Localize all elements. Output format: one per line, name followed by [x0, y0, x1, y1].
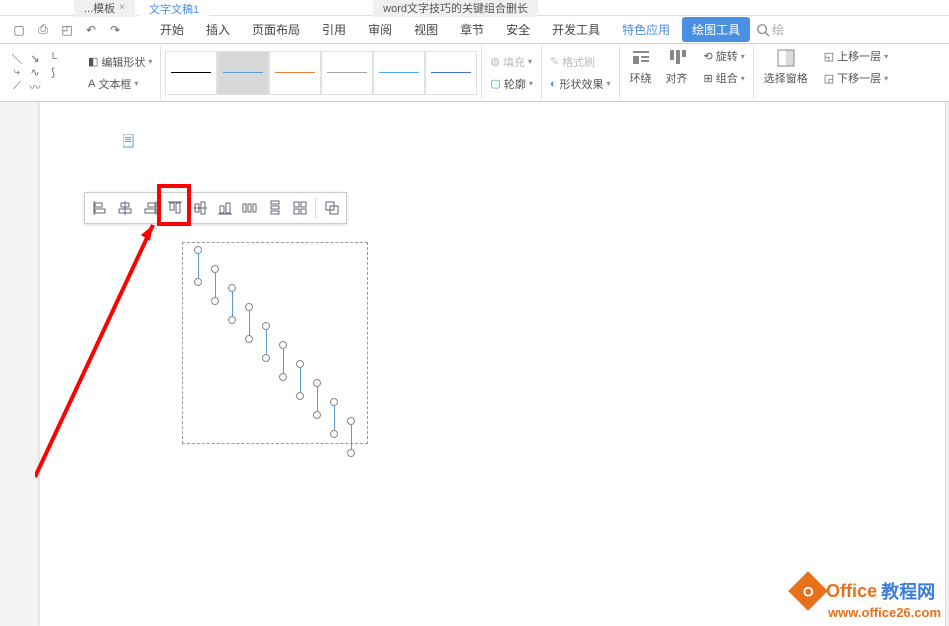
scribble-shape-icon[interactable]: 〰 — [27, 81, 43, 93]
bring-forward-button[interactable]: ◱上移一层▾ — [820, 46, 892, 66]
align-right-button[interactable] — [137, 195, 162, 221]
shape-effects-button[interactable]: ◐形状效果▾ — [546, 74, 615, 94]
line-style-blue2[interactable] — [425, 51, 477, 95]
right-panel — [945, 102, 949, 626]
tab-drawing-tools[interactable]: 绘图工具 — [682, 17, 750, 42]
align-bottom-button[interactable] — [212, 195, 237, 221]
selection-pane-icon — [776, 48, 796, 68]
selection-bounding-box[interactable] — [182, 242, 368, 444]
workspace: O Office教程网 www.office26.com — [0, 102, 949, 626]
line-style-black[interactable] — [165, 51, 217, 95]
tab-page-layout[interactable]: 页面布局 — [242, 17, 310, 42]
curve-shape-icon[interactable]: ∿ — [27, 67, 43, 79]
tab-template[interactable]: ...模板× — [74, 0, 135, 17]
align-middle-button[interactable] — [187, 195, 212, 221]
shape-effects-icon: ◐ — [550, 78, 557, 90]
search-icon[interactable]: 绘 — [756, 21, 784, 38]
tab-developer[interactable]: 开发工具 — [542, 17, 610, 42]
rotate-button[interactable]: ⟲旋转▾ — [700, 46, 749, 66]
fill-button[interactable]: ◍填充▾ — [486, 52, 536, 72]
equal-size-button[interactable] — [287, 195, 312, 221]
text-box-button[interactable]: A文本框▾ — [84, 74, 156, 94]
distribute-h-button[interactable] — [237, 195, 262, 221]
new-doc-icon[interactable]: ▢ — [10, 21, 28, 39]
line-style-orange[interactable] — [269, 51, 321, 95]
tab-review[interactable]: 审阅 — [358, 17, 402, 42]
preview-icon[interactable]: ◰ — [58, 21, 76, 39]
text-box-icon: A — [88, 78, 95, 90]
ribbon-tabs: ▢ ⎙ ◰ ↶ ↷ 开始 插入 页面布局 引用 审阅 视图 章节 安全 开发工具… — [0, 16, 949, 44]
watermark-logo-icon: O — [788, 571, 828, 611]
curve2-shape-icon[interactable]: ⟆ — [45, 67, 61, 79]
tab-insert[interactable]: 插入 — [196, 17, 240, 42]
group-button[interactable]: ⊞组合▾ — [700, 68, 749, 88]
selection-pane-button[interactable]: 选择窗格 — [758, 46, 814, 99]
connector-shape-icon[interactable]: └ — [45, 53, 61, 65]
chevron-down-icon: ▾ — [148, 57, 152, 66]
format-painter-button[interactable]: ✎格式刷 — [546, 52, 615, 72]
bring-forward-icon: ◱ — [824, 50, 834, 63]
tab-references[interactable]: 引用 — [312, 17, 356, 42]
format-painter-icon: ✎ — [550, 55, 559, 68]
tab-word-tips[interactable]: word文字技巧的关键组合删长 — [373, 0, 538, 17]
connector2-shape-icon[interactable]: ⤷ — [9, 67, 25, 79]
tab-document1[interactable]: 文字文稿1 — [139, 0, 209, 18]
line-style-gray[interactable] — [321, 51, 373, 95]
tab-chapter[interactable]: 章节 — [450, 17, 494, 42]
close-icon[interactable]: × — [119, 2, 125, 13]
edit-shape-icon: ◧ — [88, 55, 98, 68]
align-top-button[interactable] — [162, 195, 187, 221]
align-button[interactable]: 对齐 — [660, 46, 694, 99]
selection-section: 选择窗格 ◱上移一层▾ ◲下移一层▾ — [754, 46, 896, 99]
fill-icon: ◍ — [490, 55, 500, 68]
document-area[interactable] — [40, 102, 949, 626]
annotation-arrow — [35, 217, 170, 482]
ribbon-content: ＼ ↘ └ ⤷ ∿ ⟆ ⟋ 〰 ◧编辑形状▾ A文本框▾ ◍填充▾ ▢轮廓▾ ✎… — [0, 44, 949, 102]
freeform-shape-icon[interactable]: ⟋ — [9, 81, 25, 93]
line-styles-gallery[interactable] — [165, 51, 477, 95]
redo-icon[interactable]: ↷ — [106, 21, 124, 39]
group-toolbar-button[interactable] — [319, 195, 344, 221]
chevron-down-icon: ▾ — [134, 79, 138, 88]
wrap-button[interactable]: 环绕 — [624, 46, 658, 99]
line-shape-icon[interactable]: ＼ — [9, 53, 25, 65]
edit-shape-button[interactable]: ◧编辑形状▾ — [84, 52, 156, 72]
outline-button[interactable]: ▢轮廓▾ — [486, 74, 536, 94]
shapes-gallery[interactable]: ＼ ↘ └ ⤷ ∿ ⟆ ⟋ 〰 — [4, 46, 80, 99]
undo-icon[interactable]: ↶ — [82, 21, 100, 39]
tab-special-apps[interactable]: 特色应用 — [612, 17, 680, 42]
line-style-lightblue[interactable] — [373, 51, 425, 95]
align-left-button[interactable] — [87, 195, 112, 221]
document-icon — [123, 134, 135, 148]
arrange-section: 环绕 对齐 ⟲旋转▾ ⊞组合▾ — [620, 46, 754, 99]
group-icon: ⊞ — [704, 72, 713, 85]
align-icon — [667, 48, 687, 68]
watermark: O Office教程网 www.office26.com — [794, 577, 941, 620]
watermark-brand1: Office — [826, 581, 877, 602]
distribute-v-button[interactable] — [262, 195, 287, 221]
format-effects-section: ✎格式刷 ◐形状效果▾ — [542, 46, 620, 99]
send-backward-button[interactable]: ◲下移一层▾ — [820, 68, 892, 88]
fill-outline-section: ◍填充▾ ▢轮廓▾ — [482, 46, 541, 99]
tab-start[interactable]: 开始 — [150, 17, 194, 42]
document-tabs-bar: ...模板× 文字文稿1 word文字技巧的关键组合删长 — [0, 0, 949, 16]
wrap-icon — [631, 48, 651, 68]
tab-security[interactable]: 安全 — [496, 17, 540, 42]
line-styles-section — [161, 46, 482, 99]
line-style-blue[interactable] — [217, 51, 269, 95]
tab-view[interactable]: 视图 — [404, 17, 448, 42]
watermark-url: www.office26.com — [828, 605, 941, 620]
edit-shape-section: ◧编辑形状▾ A文本框▾ — [80, 46, 161, 99]
arrow-shape-icon[interactable]: ↘ — [27, 53, 43, 65]
send-backward-icon: ◲ — [824, 72, 834, 85]
align-center-h-button[interactable] — [112, 195, 137, 221]
align-toolbar — [84, 192, 347, 224]
outline-icon: ▢ — [490, 77, 500, 90]
rotate-icon: ⟲ — [704, 50, 713, 63]
print-icon[interactable]: ⎙ — [34, 21, 52, 39]
watermark-brand2: 教程网 — [881, 578, 935, 604]
